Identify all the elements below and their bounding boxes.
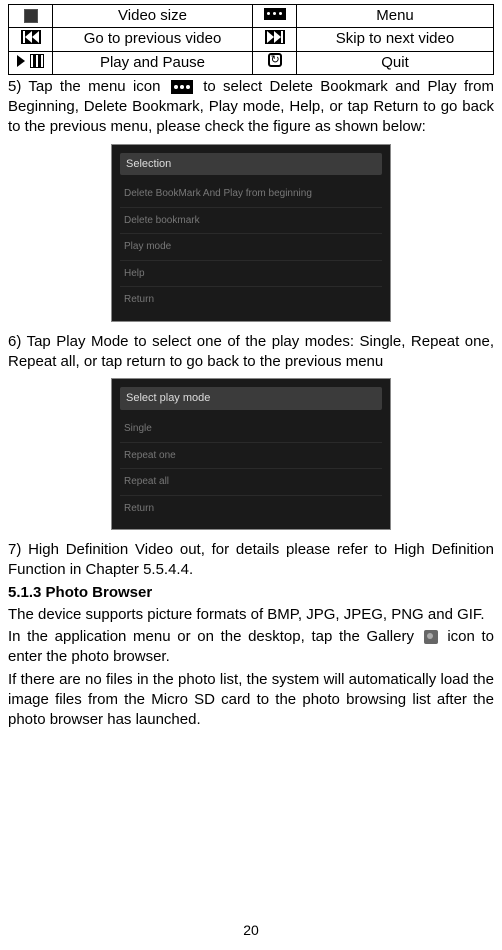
step-5-text: 5) Tap the menu icon to select Delete Bo… bbox=[8, 77, 494, 138]
cell-menu-icon bbox=[253, 5, 297, 28]
cell-next-label: Skip to next video bbox=[297, 28, 494, 51]
playmode-item: Repeat one bbox=[120, 443, 382, 470]
inline-menu-icon bbox=[171, 80, 193, 94]
selection-item: Delete bookmark bbox=[120, 208, 382, 235]
icon-reference-table: Video size Menu Go to previous video Ski… bbox=[8, 4, 494, 75]
inline-gallery-icon bbox=[424, 630, 438, 644]
menu-icon bbox=[264, 8, 286, 20]
gallery-pre: In the application menu or on the deskto… bbox=[8, 628, 421, 645]
section-heading-photo-browser: 5.1.3 Photo Browser bbox=[8, 583, 494, 603]
selection-item: Delete BookMark And Play from beginning bbox=[120, 181, 382, 208]
cell-quit-label: Quit bbox=[297, 51, 494, 74]
selection-item: Help bbox=[120, 261, 382, 288]
cell-playpause-label: Play and Pause bbox=[53, 51, 253, 74]
screenshot-selection-menu: Selection Delete BookMark And Play from … bbox=[111, 144, 391, 322]
cell-prev-label: Go to previous video bbox=[53, 28, 253, 51]
playmode-item: Single bbox=[120, 416, 382, 443]
step-7-text: 7) High Definition Video out, for detail… bbox=[8, 540, 494, 581]
step-6-text: 6) Tap Play Mode to select one of the pl… bbox=[8, 332, 494, 373]
formats-text: The device supports picture formats of B… bbox=[8, 605, 494, 625]
cell-quit-icon bbox=[253, 51, 297, 74]
selection-item: Play mode bbox=[120, 234, 382, 261]
prev-video-icon bbox=[21, 30, 41, 44]
step-5-pre: 5) Tap the menu icon bbox=[8, 78, 168, 95]
quit-icon bbox=[268, 53, 282, 67]
screenshot-playmode-menu: Select play mode Single Repeat one Repea… bbox=[111, 378, 391, 530]
selection-item: Return bbox=[120, 287, 382, 313]
playmode-header: Select play mode bbox=[120, 387, 382, 410]
next-video-icon bbox=[265, 30, 285, 44]
playmode-item: Repeat all bbox=[120, 469, 382, 496]
cell-menu-label: Menu bbox=[297, 5, 494, 28]
cell-playpause-icon bbox=[9, 51, 53, 74]
nofiles-text: If there are no files in the photo list,… bbox=[8, 670, 494, 731]
playmode-item: Return bbox=[120, 496, 382, 522]
play-pause-icon bbox=[17, 54, 43, 71]
selection-header: Selection bbox=[120, 153, 382, 176]
cell-prev-icon bbox=[9, 28, 53, 51]
page-number: 20 bbox=[0, 921, 502, 940]
gallery-text: In the application menu or on the deskto… bbox=[8, 627, 494, 668]
cell-video-size-label: Video size bbox=[53, 5, 253, 28]
cell-video-size-icon bbox=[9, 5, 53, 28]
video-size-icon bbox=[24, 9, 38, 23]
cell-next-icon bbox=[253, 28, 297, 51]
